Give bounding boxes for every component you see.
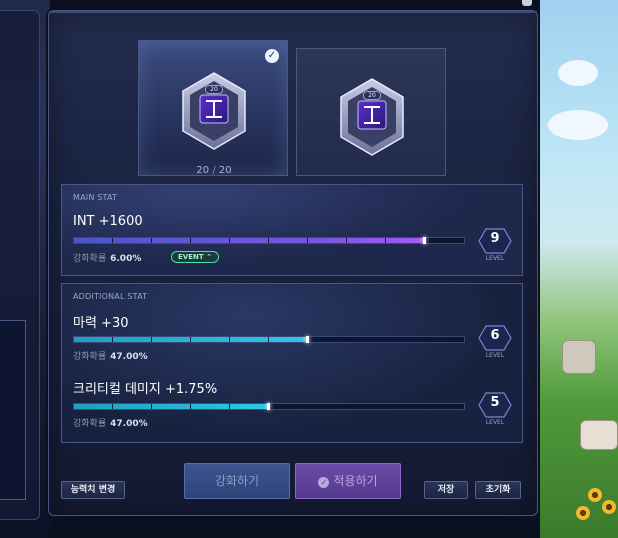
sunflower-decoration bbox=[602, 500, 616, 514]
progress-tip bbox=[267, 403, 270, 410]
level-label: LEVEL bbox=[485, 419, 505, 426]
left-window-inner-box bbox=[0, 320, 26, 500]
enhance-button[interactable]: 강화하기 bbox=[184, 463, 290, 499]
slot-count-max: 20 bbox=[218, 165, 232, 176]
sunflower-decoration bbox=[576, 506, 590, 520]
additional-stat-2-rate: 강화확률 47.00% bbox=[73, 416, 148, 429]
reset-button[interactable]: 초기화 bbox=[475, 481, 521, 499]
tier-badge: 20 bbox=[363, 91, 381, 100]
rate-value: 47.00% bbox=[110, 352, 148, 362]
cloud-decoration bbox=[548, 110, 608, 140]
level-number: 5 bbox=[490, 395, 500, 410]
window-top-border bbox=[49, 11, 537, 13]
additional-stat-1-level: 6 LEVEL bbox=[478, 325, 512, 359]
additional-stat-label: ADDITIONAL STAT bbox=[73, 292, 148, 301]
cloud-decoration bbox=[558, 60, 598, 86]
save-button[interactable]: 저장 bbox=[424, 481, 468, 499]
main-stat-value: INT +1600 bbox=[73, 214, 143, 229]
slot-count: 20 / 20 bbox=[139, 165, 289, 176]
change-ability-button[interactable]: 능력치 변경 bbox=[61, 481, 125, 499]
additional-stat-2-level: 5 LEVEL bbox=[478, 392, 512, 426]
double-chevron-up-icon: ⌃ bbox=[206, 253, 212, 261]
event-badge-label: EVENT bbox=[178, 253, 204, 261]
rock-decoration bbox=[562, 340, 596, 374]
additional-stat-1-progress-bar bbox=[73, 336, 465, 343]
int-emblem-icon bbox=[337, 77, 407, 157]
checkmark-icon: ✓ bbox=[265, 49, 279, 63]
rate-label: 강화확률 bbox=[73, 254, 107, 264]
level-number: 6 bbox=[490, 328, 500, 343]
rock-decoration bbox=[580, 420, 618, 450]
int-emblem-icon bbox=[179, 71, 249, 151]
additional-stat-2-value: 크리티컬 데미지 +1.75% bbox=[73, 382, 218, 397]
event-badge: EVENT ⌃ bbox=[171, 251, 219, 263]
level-label: LEVEL bbox=[485, 352, 505, 359]
rate-value: 47.00% bbox=[110, 419, 148, 429]
rate-label: 강화확률 bbox=[73, 352, 107, 362]
main-stat-progress-bar bbox=[73, 237, 465, 244]
additional-stat-panel: ADDITIONAL STAT 마력 +30 강화확률 47.00% 6 LEVE… bbox=[61, 283, 523, 443]
tier-badge: 20 bbox=[205, 85, 223, 94]
slot-count-current: 20 bbox=[196, 165, 210, 176]
progress-segments bbox=[74, 238, 464, 243]
item-slot-selected[interactable]: ✓ 20 20 / 20 bbox=[138, 40, 288, 176]
apply-button-label: 적용하기 bbox=[333, 474, 378, 488]
main-stat-panel: MAIN STAT INT +1600 강화확률 6.00% EVENT ⌃ 9 … bbox=[61, 184, 523, 276]
background-game-scene bbox=[540, 0, 618, 538]
main-stat-label: MAIN STAT bbox=[73, 193, 118, 202]
progress-tip bbox=[423, 237, 426, 244]
apply-button[interactable]: ✓ 적용하기 bbox=[295, 463, 401, 499]
rate-label: 강화확률 bbox=[73, 419, 107, 429]
slot-count-separator: / bbox=[212, 165, 216, 176]
main-stat-level: 9 LEVEL bbox=[478, 228, 512, 262]
level-number: 9 bbox=[490, 231, 500, 246]
additional-stat-2-progress-bar bbox=[73, 403, 465, 410]
progress-tip bbox=[306, 336, 309, 343]
level-label: LEVEL bbox=[485, 255, 505, 262]
additional-stat-1-value: 마력 +30 bbox=[73, 316, 129, 331]
sunflower-decoration bbox=[588, 488, 602, 502]
additional-stat-1-rate: 강화확률 47.00% bbox=[73, 349, 148, 362]
progress-segments bbox=[74, 337, 464, 342]
rate-value: 6.00% bbox=[110, 254, 142, 264]
background-left-panel bbox=[0, 0, 50, 538]
main-stat-rate: 강화확률 6.00% bbox=[73, 251, 141, 264]
top-tab-handle[interactable] bbox=[522, 0, 532, 6]
check-circle-icon: ✓ bbox=[318, 477, 330, 488]
item-slot[interactable]: 20 bbox=[296, 48, 446, 176]
